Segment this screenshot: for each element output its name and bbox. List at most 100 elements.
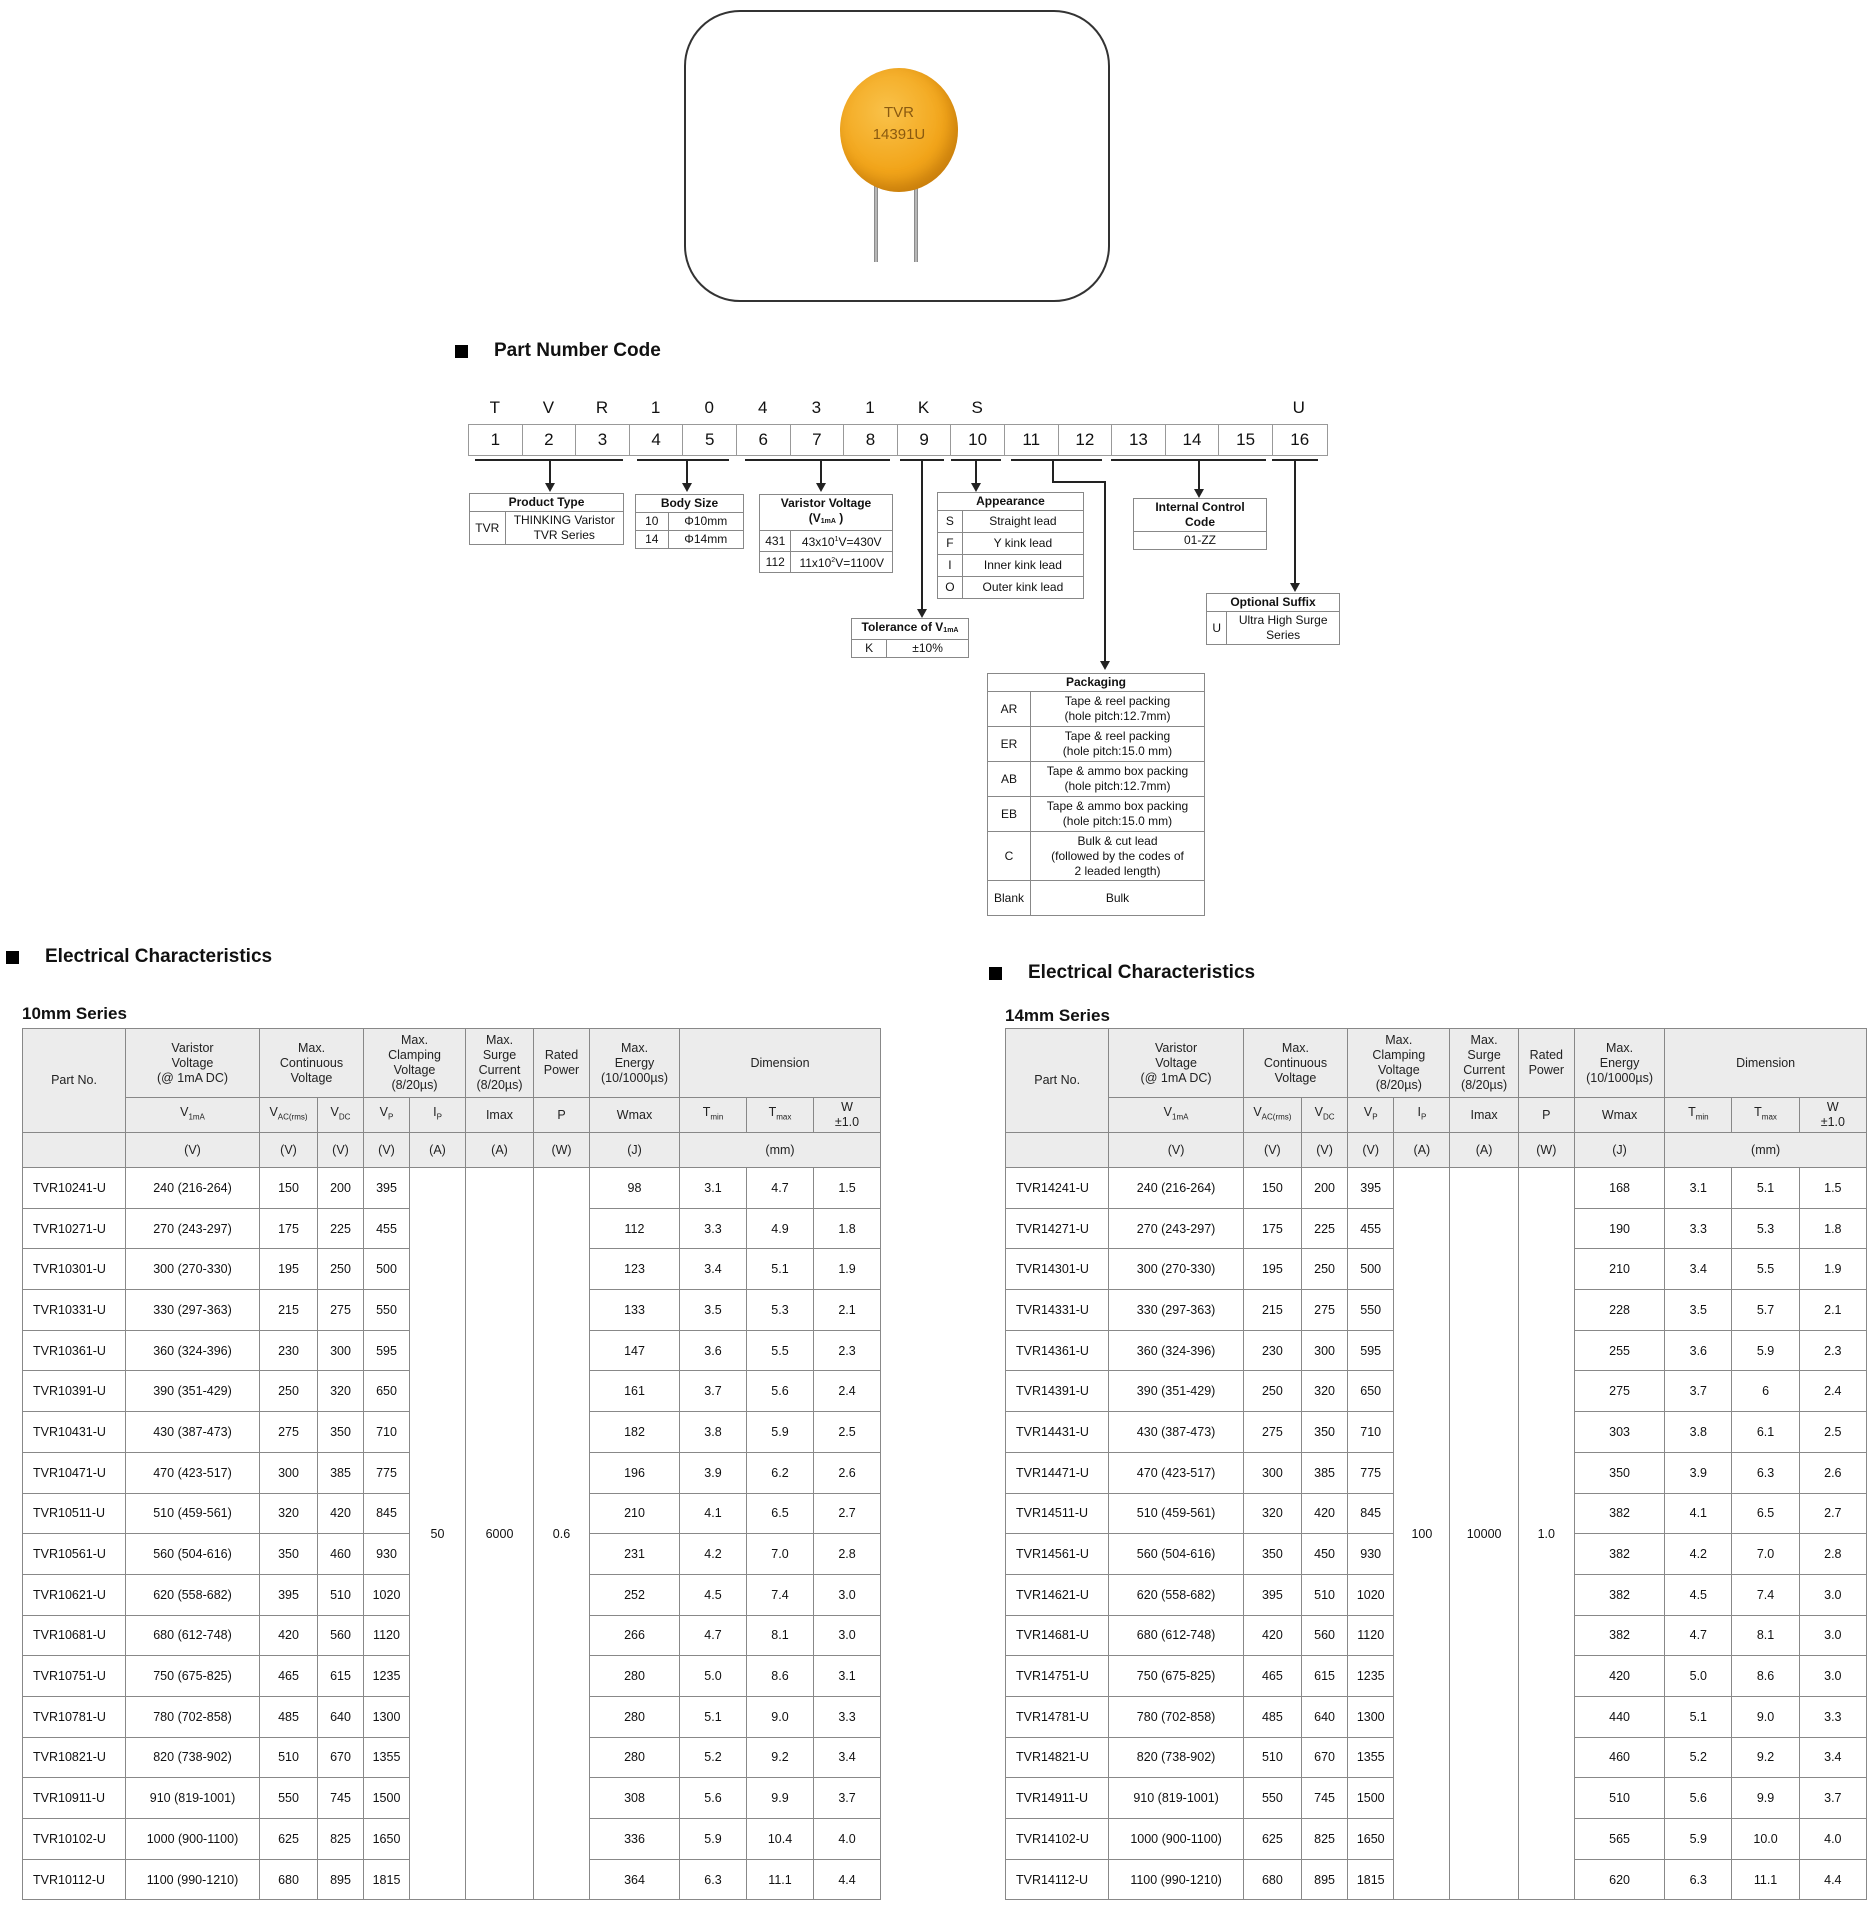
voltage-desc: 43x101V=430V <box>790 530 893 552</box>
vdc-cell: 225 <box>317 1207 364 1250</box>
vac-cell: 250 <box>1242 1370 1302 1413</box>
vp-cell: 1120 <box>363 1614 410 1657</box>
part-number-cell: TVR14911-U <box>1004 1777 1110 1819</box>
vdc-cell: 745 <box>1300 1777 1349 1819</box>
tmax-cell: 9.0 <box>1731 1695 1800 1738</box>
vdc-cell: 615 <box>317 1655 364 1697</box>
w-cell: 2.5 <box>1798 1411 1868 1453</box>
vp-cell: 650 <box>1347 1370 1395 1413</box>
header-line: Energy <box>614 1055 655 1070</box>
header-line: Continuous <box>1263 1055 1328 1070</box>
header-line: Max. <box>400 1033 429 1047</box>
part-number-cell: TVR14271-U <box>1004 1207 1110 1250</box>
vp-cell: 1020 <box>363 1573 410 1616</box>
vac-cell: 395 <box>1242 1573 1302 1616</box>
wmax-cell: 190 <box>1573 1207 1666 1250</box>
vdc-cell: 350 <box>1300 1411 1349 1453</box>
part-number-cell: TVR10561-U <box>22 1533 126 1575</box>
header-line: Voltage <box>393 1063 436 1077</box>
product-type-desc: THINKING Varistor TVR Series <box>504 511 624 545</box>
vp-cell: 1500 <box>1347 1777 1395 1819</box>
connector-line <box>1104 481 1106 662</box>
header-line: Varistor <box>1155 1040 1198 1055</box>
w-cell: 3.7 <box>812 1777 882 1819</box>
vac-cell: 250 <box>259 1370 318 1413</box>
tmax-cell: 9.0 <box>746 1695 814 1738</box>
symbol-sub: 1mA <box>820 518 836 525</box>
vac-cell: 680 <box>259 1858 318 1901</box>
wmax-cell: 133 <box>589 1289 680 1331</box>
voltage-code: 431 <box>758 530 792 552</box>
symbol-sub: 1mA <box>1172 1112 1189 1122</box>
tmin-cell: 3.6 <box>1664 1329 1733 1372</box>
title-text: Tolerance of V <box>861 620 944 634</box>
header-line: Clamping <box>388 1048 441 1062</box>
connector-line <box>975 460 977 484</box>
series-title-14mm: 14mm Series <box>1005 1006 1110 1025</box>
tmin-cell: 5.2 <box>1664 1736 1733 1779</box>
tmax-cell: 6.1 <box>1731 1411 1800 1453</box>
appearance-desc: Straight lead <box>961 510 1085 533</box>
vdc-cell: 640 <box>317 1695 364 1738</box>
desc-line: THINKING Varistor <box>513 513 615 527</box>
code-letter <box>1218 398 1272 418</box>
wmax-cell: 168 <box>1573 1167 1666 1209</box>
sym-tmin: Tmin <box>679 1097 747 1133</box>
appearance-table: Appearance S Straight lead FY kink lead I… <box>937 492 1085 599</box>
part-number-cell: TVR14751-U <box>1004 1655 1110 1697</box>
code-position: 14 <box>1166 425 1220 455</box>
tmax-cell: 5.7 <box>1731 1289 1800 1331</box>
unit-blank <box>1004 1132 1110 1168</box>
vac-cell: 175 <box>1242 1207 1302 1250</box>
header-max-continuous: Max. Continuous Voltage <box>1242 1028 1349 1098</box>
vp-cell: 710 <box>363 1411 410 1453</box>
vp-cell: 775 <box>1347 1451 1395 1494</box>
vp-cell: 1300 <box>363 1695 410 1738</box>
vac-cell: 350 <box>1242 1533 1302 1575</box>
arrow-down-icon <box>816 483 826 492</box>
tmin-cell: 3.3 <box>679 1207 747 1250</box>
power-merged-cell: 0.6 <box>533 1166 590 1901</box>
title-line: Varistor Voltage <box>780 496 872 510</box>
v1ma-cell: 910 (819-1001) <box>1108 1777 1244 1819</box>
v1ma-cell: 270 (243-297) <box>1108 1207 1244 1250</box>
vac-cell: 320 <box>259 1492 318 1535</box>
wmax-cell: 303 <box>1573 1411 1666 1453</box>
section-title: Electrical Characteristics <box>1028 962 1256 983</box>
header-part-no: Part No. <box>1004 1028 1110 1133</box>
tmin-cell: 5.2 <box>679 1736 747 1779</box>
header-max-energy: Max. Energy (10/1000µs) <box>589 1028 680 1098</box>
vac-cell: 550 <box>1242 1777 1302 1819</box>
vdc-cell: 300 <box>1300 1329 1349 1372</box>
header-varistor-voltage: Varistor Voltage (@ 1mA DC) <box>125 1028 260 1098</box>
wmax-cell: 350 <box>1573 1451 1666 1494</box>
arrow-down-icon <box>971 483 981 492</box>
product-type-code: TVR <box>469 511 506 545</box>
code-letter: 4 <box>758 398 768 417</box>
vac-cell: 395 <box>259 1573 318 1616</box>
header-part-no: Part No. <box>22 1028 126 1133</box>
vdc-cell: 420 <box>1300 1492 1349 1535</box>
connector-line <box>549 460 551 484</box>
v1ma-cell: 1000 (900-1100) <box>125 1818 260 1860</box>
tmax-cell: 7.0 <box>746 1533 814 1575</box>
code-letter: 1 <box>650 398 661 417</box>
packaging-desc: Bulk & cut lead (followed by the codes of… <box>1030 831 1205 881</box>
varistor-lead-right <box>914 186 918 262</box>
vac-cell: 465 <box>259 1655 318 1697</box>
desc-line: (hole pitch:12.7mm) <box>1064 779 1171 793</box>
header-row: Part No. Varistor Voltage (@ 1mA DC) Max. Con… <box>22 1028 882 1133</box>
w-cell: 3.3 <box>1798 1695 1868 1738</box>
code-letter <box>1111 398 1165 418</box>
vdc-cell: 420 <box>317 1492 364 1535</box>
wmax-cell: 382 <box>1573 1492 1666 1535</box>
symbol: V <box>1253 1105 1262 1120</box>
v1ma-cell: 620 (558-682) <box>125 1573 260 1616</box>
unit-cell: (V) <box>1108 1132 1244 1168</box>
part-number-cell: TVR14112-U <box>1004 1858 1110 1901</box>
code-letter: K <box>917 398 930 417</box>
wmax-cell: 382 <box>1573 1573 1666 1616</box>
code-position: 9 <box>898 425 952 455</box>
v1ma-cell: 780 (702-858) <box>125 1695 260 1738</box>
wmax-cell: 460 <box>1573 1736 1666 1779</box>
